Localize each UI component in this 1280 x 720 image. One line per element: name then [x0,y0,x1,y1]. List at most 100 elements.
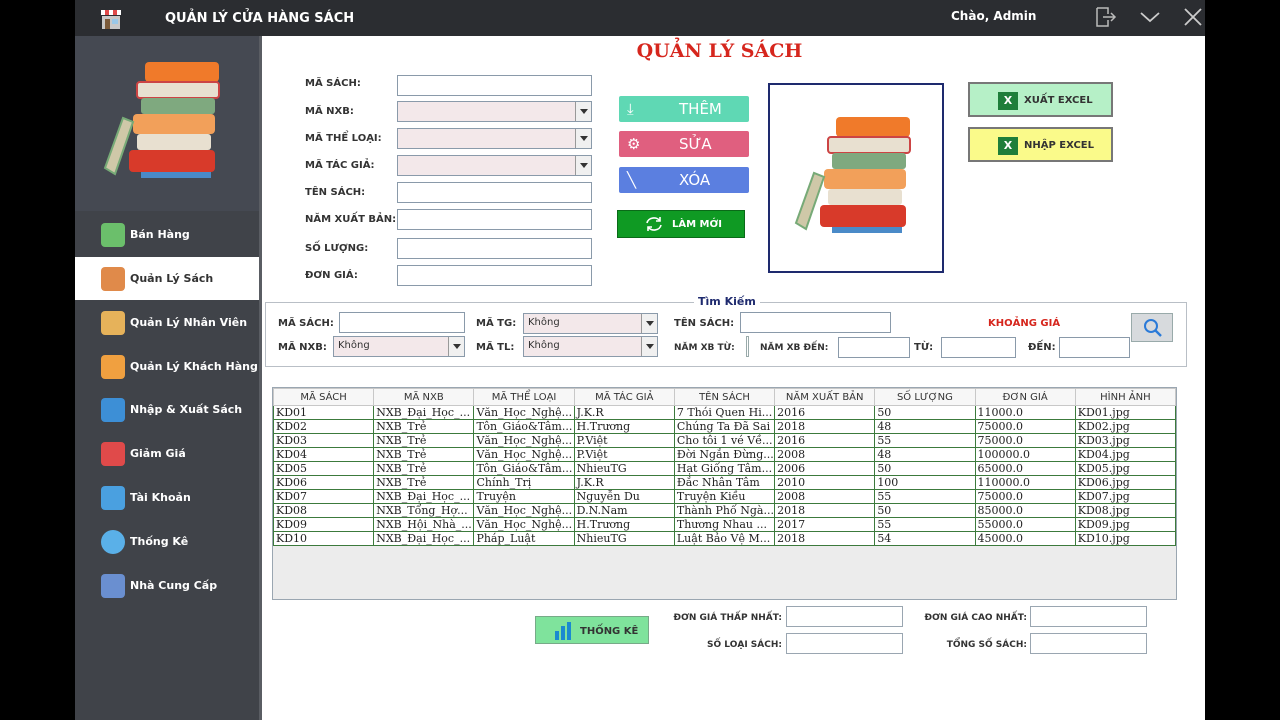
col-don-gia[interactable]: ĐƠN GIÁ [974,388,1076,406]
table-cell: 100 [874,475,976,490]
xuat-excel-button[interactable]: X XUẤT EXCEL [968,82,1113,117]
xoa-button[interactable]: ╲ XÓA [619,167,749,193]
book-types-field[interactable] [786,633,903,654]
table-cell: 45000.0 [974,531,1076,546]
nam-xuat-ban-input[interactable] [397,209,592,230]
search-icon [1144,319,1162,337]
nam-xb-den-input[interactable] [838,337,910,358]
so-luong-input[interactable] [397,238,592,259]
table-row[interactable]: KD07 NXB_Đại_Học_... Truyện Nguyễn Du Truyện… [273,489,1176,504]
table-cell: 2017 [774,517,876,532]
minimize-chevron-icon[interactable] [1138,6,1162,28]
label-ma-nxb: MÃ NXB: [305,106,354,117]
table-cell: NXB_Trẻ [373,433,475,448]
label-ma-sach: MÃ SÁCH: [305,78,361,89]
table-cell: 2018 [774,419,876,434]
table-row[interactable]: KD03 NXB_Trẻ Văn_Học_Nghệ... P.Việt Cho tôi … [273,433,1176,448]
table-row[interactable]: KD01 NXB_Đại_Học_... Văn_Học_Nghệ... J.K.R 7… [273,405,1176,420]
table-row[interactable]: KD08 NXB_Tổng_Hợ... Văn_Học_Nghệ... D.N.Nam… [273,503,1176,518]
nhap-excel-button[interactable]: X NHẬP EXCEL [968,127,1113,162]
col-ten-sach[interactable]: TÊN SÁCH [673,388,776,406]
search-button[interactable] [1131,313,1173,342]
table-cell: KD03 [273,433,375,448]
table-cell: Truyện [473,489,575,504]
col-ma-sach[interactable]: MÃ SÁCH [273,388,375,406]
col-hinh-anh[interactable]: HÌNH ẢNH [1074,388,1176,406]
col-ma-nxb[interactable]: MÃ NXB [373,388,475,406]
table-cell: 55 [874,433,976,448]
table-cell: NXB_Tổng_Hợ... [373,503,475,518]
sidebar-item-quan-ly-sach[interactable]: Quản Lý Sách [75,257,259,300]
table-cell: Thương Nhau ... [673,517,776,532]
table-row[interactable]: KD04 NXB_Trẻ Văn_Học_Nghệ... P.Việt Đời Ngắn… [273,447,1176,462]
min-price-field[interactable] [786,606,903,627]
label-ma-the-loai: MÃ THỂ LOẠI: [305,133,382,144]
search-ma-nxb-select[interactable]: Không [333,336,465,357]
sidebar-item-nhap-xuat-sach[interactable]: Nhập & Xuất Sách [75,388,259,431]
table-row[interactable]: KD06 NXB_Trẻ Chính_Trị J.K.R Đắc Nhân Tâm 201… [273,475,1176,490]
col-nam-xuat-ban[interactable]: NĂM XUẤT BẢN [774,388,876,406]
ma-the-loai-select[interactable] [397,128,592,149]
table-cell: 2006 [774,461,876,476]
table-cell: NXB_Đại_Học_... [373,405,475,420]
table-cell: 48 [874,447,976,462]
table-cell: NXB_Trẻ [373,475,475,490]
chevron-down-icon [641,314,657,333]
table-cell: KD04.jpg [1074,447,1176,462]
table-cell: KD02.jpg [1074,419,1176,434]
label-min-price: ĐƠN GIÁ THẤP NHẤT: [673,613,782,623]
sidebar-item-giam-gia[interactable]: Giảm Giá [75,432,259,475]
table-cell: KD01.jpg [1074,405,1176,420]
nam-xb-tu-input[interactable] [746,336,749,357]
title-bar: QUẢN LÝ CỬA HÀNG SÁCH Chào, Admin [75,0,1205,36]
table-cell: 55 [874,489,976,504]
search-label-ma-tl: MÃ TL: [476,342,515,353]
total-books-field[interactable] [1030,633,1147,654]
close-icon[interactable] [1181,6,1205,28]
table-cell: NXB_Trẻ [373,419,475,434]
download-icon: ⤓ [627,100,634,118]
max-price-field[interactable] [1030,606,1147,627]
ten-sach-input[interactable] [397,182,592,203]
chevron-down-icon [448,337,464,356]
gia-den-input[interactable] [1059,337,1130,358]
gia-tu-input[interactable] [941,337,1016,358]
label-don-gia: ĐƠN GIÁ: [305,270,358,281]
search-ten-sach-input[interactable] [740,312,891,333]
col-ma-tac-gia[interactable]: MÃ TÁC GIẢ [573,388,675,406]
table-cell: NhieuTG [573,461,675,476]
table-cell: NhieuTG [573,531,675,546]
thong-ke-button[interactable]: THỐNG KÊ [535,616,649,644]
table-cell: 7 Thói Quen Hi... [673,405,776,420]
store-icon [101,574,125,598]
don-gia-input[interactable] [397,265,592,286]
search-ma-sach-input[interactable] [339,312,465,333]
lam-moi-button[interactable]: LÀM MỚI [617,210,745,238]
col-ma-the-loai[interactable]: MÃ THỂ LOẠI [473,388,575,406]
sidebar-item-quan-ly-nhan-vien[interactable]: Quản Lý Nhân Viên [75,301,259,344]
sidebar-item-label: Tài Khoản [130,491,191,504]
ma-sach-input[interactable] [397,75,592,96]
table-cell: Pháp_Luật [473,531,575,546]
search-ma-tl-select[interactable]: Không [523,336,658,357]
them-button[interactable]: ⤓ THÊM [619,96,749,122]
table-cell: 54 [874,531,976,546]
col-so-luong[interactable]: SỐ LƯỢNG [874,388,976,406]
logout-icon[interactable] [1093,6,1117,28]
table-row[interactable]: KD10 NXB_Đại_Học_... Pháp_Luật NhieuTG Luật … [273,531,1176,546]
ma-tg-value: Không [528,317,560,328]
ma-nxb-select[interactable] [397,101,592,122]
sidebar-item-ban-hang[interactable]: Bán Hàng [75,213,259,256]
search-ma-tg-select[interactable]: Không [523,313,658,334]
sidebar-item-thong-ke[interactable]: Thống Kê [75,520,259,563]
sua-button[interactable]: ⚙ SỬA [619,131,749,157]
table-row[interactable]: KD09 NXB_Hội_Nhà_... Văn_Học_Nghệ... H.Trươ… [273,517,1176,532]
table-cell: Đắc Nhân Tâm [673,475,776,490]
table-row[interactable]: KD02 NXB_Trẻ Tôn_Giáo&Tâm... H.Trương Chúng … [273,419,1176,434]
ma-tac-gia-select[interactable] [397,155,592,176]
table-row[interactable]: KD05 NXB_Trẻ Tôn_Giáo&Tâm... NhieuTG Hạt Giố… [273,461,1176,476]
sidebar-item-nha-cung-cap[interactable]: Nhà Cung Cấp [75,564,259,607]
sidebar-item-tai-khoan[interactable]: Tài Khoản [75,476,259,519]
table-cell: Hạt Giống Tâm... [673,461,776,476]
sidebar-item-quan-ly-khach-hang[interactable]: Quản Lý Khách Hàng [75,345,259,388]
